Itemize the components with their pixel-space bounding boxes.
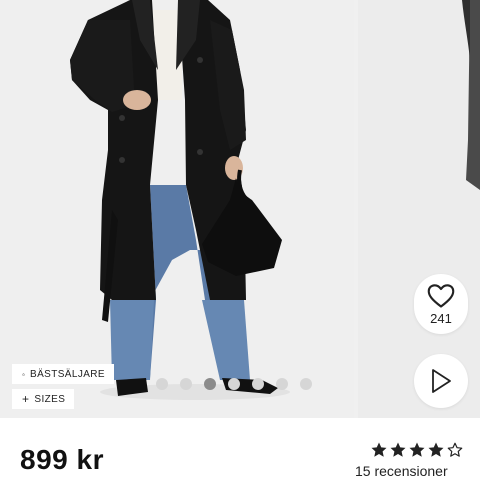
sizes-badge[interactable]: + SIZES <box>12 389 74 409</box>
rating-stars[interactable] <box>370 441 464 459</box>
star-filled-icon <box>428 442 444 457</box>
play-outline-icon <box>432 369 451 393</box>
star-outline-icon <box>447 442 463 457</box>
bestseller-label: BÄSTSÄLJARE <box>30 368 105 380</box>
star-outline-icon <box>22 372 25 376</box>
reviews-count-link[interactable]: 15 recensioner <box>355 463 448 479</box>
bestseller-badge: BÄSTSÄLJARE <box>12 364 114 384</box>
play-video-button[interactable] <box>414 354 468 408</box>
product-price: 899 kr <box>20 444 104 475</box>
star-filled-icon <box>409 442 425 457</box>
pagination-dot[interactable] <box>252 378 264 390</box>
product-gallery[interactable]: BÄSTSÄLJARE + SIZES 241 <box>0 0 480 418</box>
next-photo-preview <box>358 0 480 418</box>
gallery-pagination <box>156 378 312 390</box>
pagination-dot[interactable] <box>276 378 288 390</box>
pagination-dot[interactable] <box>228 378 240 390</box>
like-button[interactable]: 241 <box>414 274 468 334</box>
star-filled-icon <box>390 442 406 457</box>
pagination-dot[interactable] <box>156 378 168 390</box>
plus-icon: + <box>22 392 30 406</box>
product-image-next[interactable] <box>358 0 480 418</box>
like-count: 241 <box>430 310 452 326</box>
star-filled-icon <box>371 442 387 457</box>
pagination-dot-active[interactable] <box>204 378 216 390</box>
product-image-main[interactable] <box>0 0 354 418</box>
pagination-dot[interactable] <box>180 378 192 390</box>
pagination-dot[interactable] <box>300 378 312 390</box>
sizes-label: SIZES <box>34 393 66 405</box>
model-photo <box>0 0 354 418</box>
heart-outline-icon <box>427 283 455 308</box>
